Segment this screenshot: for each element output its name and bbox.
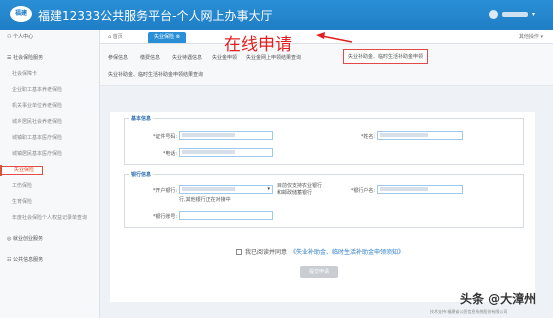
id-number-label: *证件号码: [152,134,177,140]
bank-support-note: 目前仅支持农业银行和邮政储蓄银行 [277,183,323,196]
watermark: 头条 @大漳州 [460,292,537,306]
bank-label: *开户银行: [152,188,177,194]
bank-info-title: 银行信息 [129,171,154,178]
name-field[interactable] [377,131,463,140]
id-number-field[interactable] [179,131,273,140]
account-name-label: *银行户名: [350,188,375,194]
phone-field[interactable] [179,148,273,157]
name-label: *姓名: [360,134,375,140]
basic-info-title: 基本信息 [129,115,154,122]
account-number-field[interactable] [179,211,273,220]
agreement-row: 我已阅读并同意 《失业补助金、临时生活补助金申领须知》 [236,247,404,256]
account-name-field[interactable] [377,185,463,194]
bank-info-section: 银行信息 *开户银行: ▾ 目前仅支持农业银行和邮政储蓄银行 行,其他银行正在对… [124,171,524,228]
bank-support-note-2: 行,其他银行正在对接中 [179,197,231,203]
basic-info-section: 基本信息 *证件号码: *姓名: *电话: [124,115,524,165]
chevron-down-icon: ▾ [267,186,270,192]
agreement-text: 我已阅读并同意 [245,249,288,256]
agreement-checkbox[interactable] [236,248,242,255]
phone-label: *电话: [162,151,177,157]
footer-text: 技术支持:福建省公民信息系统股份有限公司 [430,309,508,314]
agreement-link[interactable]: 《失业补助金、临时生活补助金申领须知》 [290,247,404,256]
bank-select[interactable]: ▾ [179,185,273,194]
account-number-label: *银行账号: [152,214,177,220]
submit-button[interactable]: 提交申请 [300,266,338,278]
